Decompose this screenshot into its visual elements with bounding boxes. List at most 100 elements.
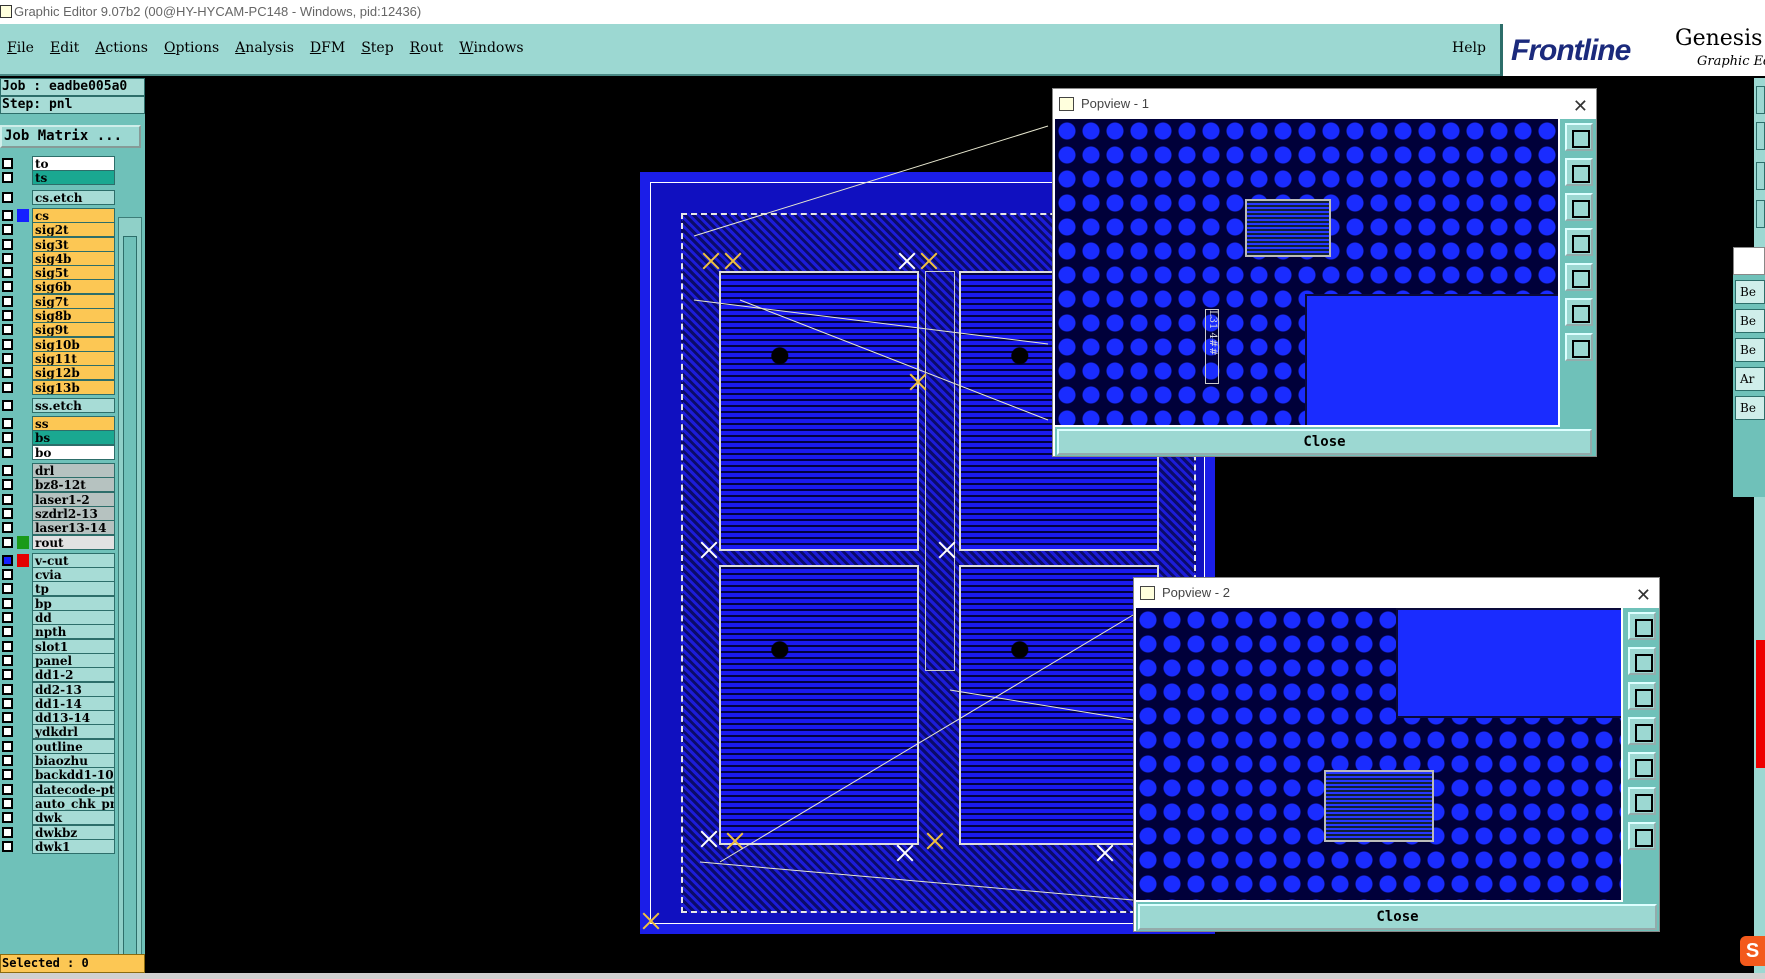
layer-name[interactable]: bo	[32, 444, 115, 460]
layer-name[interactable]: bs	[32, 430, 115, 446]
layer-row[interactable]: panel	[0, 652, 115, 668]
layer-row[interactable]: v-cut	[0, 552, 115, 568]
layer-name[interactable]: sig8b	[32, 308, 115, 323]
layer-name[interactable]: sig4b	[32, 250, 115, 266]
layer-checkbox[interactable]	[2, 324, 13, 336]
layer-name[interactable]: sig13b	[32, 379, 115, 395]
pan-left-icon[interactable]	[1565, 228, 1593, 256]
layer-name[interactable]: laser1-2	[32, 491, 115, 507]
layer-name[interactable]: dd	[32, 610, 115, 625]
pan-right-icon[interactable]	[1628, 752, 1656, 780]
scrollbar-thumb[interactable]	[123, 236, 137, 979]
fit-icon[interactable]	[1628, 612, 1656, 640]
layer-checkbox[interactable]	[2, 281, 13, 293]
layer-row[interactable]: sig8b	[0, 308, 115, 323]
toolbar-button[interactable]	[1756, 162, 1765, 190]
layer-name[interactable]: sig7t	[32, 293, 115, 309]
layer-name[interactable]: datecode-pt	[32, 781, 115, 797]
layer-checkbox[interactable]	[2, 367, 13, 379]
layer-row[interactable]: drl	[0, 463, 115, 478]
layer-checkbox[interactable]	[2, 224, 13, 236]
layer-checkbox[interactable]	[2, 238, 13, 250]
layer-checkbox[interactable]	[2, 669, 13, 681]
layer-checkbox[interactable]	[2, 840, 13, 852]
layer-checkbox[interactable]	[2, 626, 13, 638]
layer-row[interactable]: dd2-13	[0, 681, 115, 697]
layer-name[interactable]: dd1-14	[32, 695, 115, 711]
layer-checkbox[interactable]	[2, 209, 13, 221]
layer-checkbox[interactable]	[2, 740, 13, 752]
layer-name[interactable]: sig5t	[32, 265, 115, 281]
layer-checkbox[interactable]	[2, 432, 13, 444]
layer-checkbox[interactable]	[2, 522, 13, 534]
layer-name[interactable]: sig11t	[32, 350, 115, 366]
layer-row[interactable]: slot1	[0, 638, 115, 654]
menu-actions[interactable]: Actions	[95, 40, 148, 56]
layer-name[interactable]: dwkbz	[32, 824, 115, 840]
layer-name[interactable]: drl	[32, 463, 115, 478]
layer-row[interactable]: rout	[0, 534, 115, 550]
layer-row[interactable]: biaozhu	[0, 753, 115, 768]
layer-row[interactable]: backdd1-10	[0, 767, 115, 783]
layer-row[interactable]: ss.etch	[0, 397, 115, 413]
layer-name[interactable]: sig3t	[32, 236, 115, 252]
zoom-window-icon[interactable]	[1628, 787, 1656, 815]
menu-help[interactable]: Help	[1452, 40, 1486, 56]
layer-name[interactable]: dd1-2	[32, 667, 115, 683]
toolbar-button[interactable]	[1756, 122, 1765, 150]
popview-2-window[interactable]: Popview - 2 ✕ Close	[1133, 577, 1660, 932]
layer-checkbox[interactable]	[2, 812, 13, 824]
zoom-out-icon[interactable]	[1628, 682, 1656, 710]
close-icon[interactable]: ✕	[1636, 580, 1651, 610]
toolbar-button[interactable]	[1756, 200, 1765, 228]
layer-checkbox[interactable]	[2, 479, 13, 491]
layer-name[interactable]: npth	[32, 624, 115, 640]
layer-row[interactable]: cvia	[0, 567, 115, 583]
menu-windows[interactable]: Windows	[459, 40, 523, 56]
layer-checkbox[interactable]	[2, 295, 13, 307]
layer-name[interactable]: sig2t	[32, 222, 115, 238]
layer-checkbox[interactable]	[2, 712, 13, 724]
layer-row[interactable]: dd	[0, 610, 115, 625]
layer-name[interactable]: laser13-14	[32, 520, 115, 536]
layer-name[interactable]: ss.etch	[32, 397, 115, 413]
layer-row[interactable]: sig10b	[0, 336, 115, 352]
layer-checkbox[interactable]	[2, 583, 13, 595]
zoom-in-icon[interactable]	[1628, 647, 1656, 675]
layer-row[interactable]: auto_chk_pnl	[0, 795, 115, 811]
layer-name[interactable]: sig6b	[32, 279, 115, 295]
layer-row[interactable]: datecode-pt	[0, 781, 115, 797]
layer-name[interactable]: panel	[32, 652, 115, 668]
layer-name[interactable]: backdd1-10	[32, 767, 115, 783]
layer-checkbox[interactable]	[2, 755, 13, 766]
popview-2-titlebar[interactable]: Popview - 2 ✕	[1134, 578, 1659, 608]
side-window-item[interactable]: Be	[1735, 280, 1765, 304]
layer-name[interactable]: ydkdrl	[32, 724, 115, 740]
layer-checkbox[interactable]	[2, 172, 13, 184]
layer-checkbox[interactable]	[2, 536, 13, 548]
layer-checkbox[interactable]	[2, 654, 13, 666]
layer-row[interactable]: sig5t	[0, 265, 115, 281]
popview-1-close-button[interactable]: Close	[1057, 429, 1592, 455]
pan-right-icon[interactable]	[1565, 263, 1593, 291]
layer-row[interactable]: cs.etch	[0, 189, 115, 205]
layer-row[interactable]: bo	[0, 444, 115, 460]
popview-1-titlebar[interactable]: Popview - 1 ✕	[1053, 89, 1596, 119]
layer-checkbox[interactable]	[2, 769, 13, 781]
menu-rout[interactable]: Rout	[410, 40, 444, 56]
layer-checkbox[interactable]	[2, 697, 13, 709]
layer-name[interactable]: to	[32, 156, 115, 171]
pan-left-icon[interactable]	[1628, 717, 1656, 745]
layer-name[interactable]: cvia	[32, 567, 115, 583]
layer-row[interactable]: dwkbz	[0, 824, 115, 840]
layer-name[interactable]: dd2-13	[32, 681, 115, 697]
layer-checkbox[interactable]	[2, 418, 13, 430]
menu-analysis[interactable]: Analysis	[235, 40, 294, 56]
layer-row[interactable]: dd1-14	[0, 695, 115, 711]
layer-checkbox[interactable]	[2, 158, 13, 169]
step-field[interactable]: Step: pnl	[0, 96, 145, 114]
layer-checkbox[interactable]	[2, 493, 13, 505]
layer-checkbox[interactable]	[2, 310, 13, 321]
menu-options[interactable]: Options	[164, 40, 219, 56]
layer-row[interactable]: szdrl2-13	[0, 505, 115, 521]
